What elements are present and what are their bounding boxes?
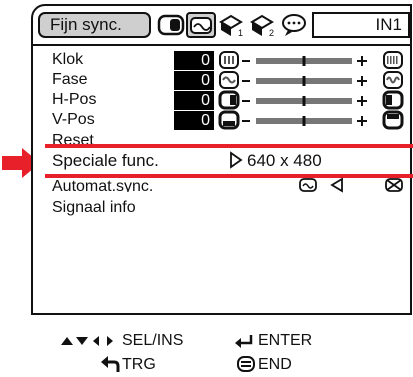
speciale-func-value: 640 x 480 [247,151,322,170]
option-arrow-icon [330,177,344,193]
klok-value: 0 [174,51,214,70]
fase-slider[interactable] [240,72,372,90]
footer-sel-ins: SEL/INS [122,332,184,349]
h-pos-value: 0 [174,91,214,110]
svg-text:1: 1 [238,28,243,38]
footer-enter: ENTER [258,332,313,349]
h-pos-slider[interactable] [240,92,372,110]
clock-icon [382,50,404,70]
menu-item-speciale-func[interactable]: Speciale func. [52,152,159,170]
menu-item-signaal-info[interactable]: Signaal info [52,199,136,217]
fase-value: 0 [174,71,214,90]
phase-icon [382,70,404,90]
v-position-icon [382,110,404,130]
v-pos-slider[interactable] [240,112,372,130]
menu-item-reset[interactable]: Reset [52,132,94,144]
phase-icon [218,70,240,90]
menu-item-klok[interactable]: Klok [52,51,83,69]
fine-sync-icon[interactable] [186,12,216,38]
autosync-off-icon[interactable] [384,178,404,192]
arrow-keys-icon [61,334,117,348]
submenu-arrow-icon [229,151,243,169]
menu-item-v-pos[interactable]: V-Pos [52,111,95,129]
return-icon [100,356,120,372]
h-position-icon [382,90,404,110]
menu-item-fase[interactable]: Fase [52,71,88,89]
setup-1-icon[interactable]: 1 [217,12,247,38]
enter-icon [233,334,255,348]
footer-trg: TRG [122,356,156,373]
menu-item-h-pos[interactable]: H-Pos [52,91,96,109]
h-position-icon [218,90,240,110]
setup-2-icon[interactable]: 2 [248,12,278,38]
menu-end-icon [237,356,255,372]
highlight-top-line [45,144,413,148]
v-position-icon [218,110,240,130]
svg-text:2: 2 [269,28,274,38]
autosync-on-icon[interactable] [299,178,317,192]
klok-slider[interactable] [240,52,372,70]
language-icon[interactable] [279,12,309,38]
picture-menu-icon[interactable] [156,12,186,38]
footer-end: END [258,356,292,373]
menu-tab-fine-sync[interactable]: Fijn sync. [38,12,151,38]
v-pos-value: 0 [174,111,214,130]
input-indicator: IN1 [312,12,410,38]
menu-item-automat-sync[interactable]: Automat.sync. [52,178,153,192]
clock-icon [218,50,240,70]
